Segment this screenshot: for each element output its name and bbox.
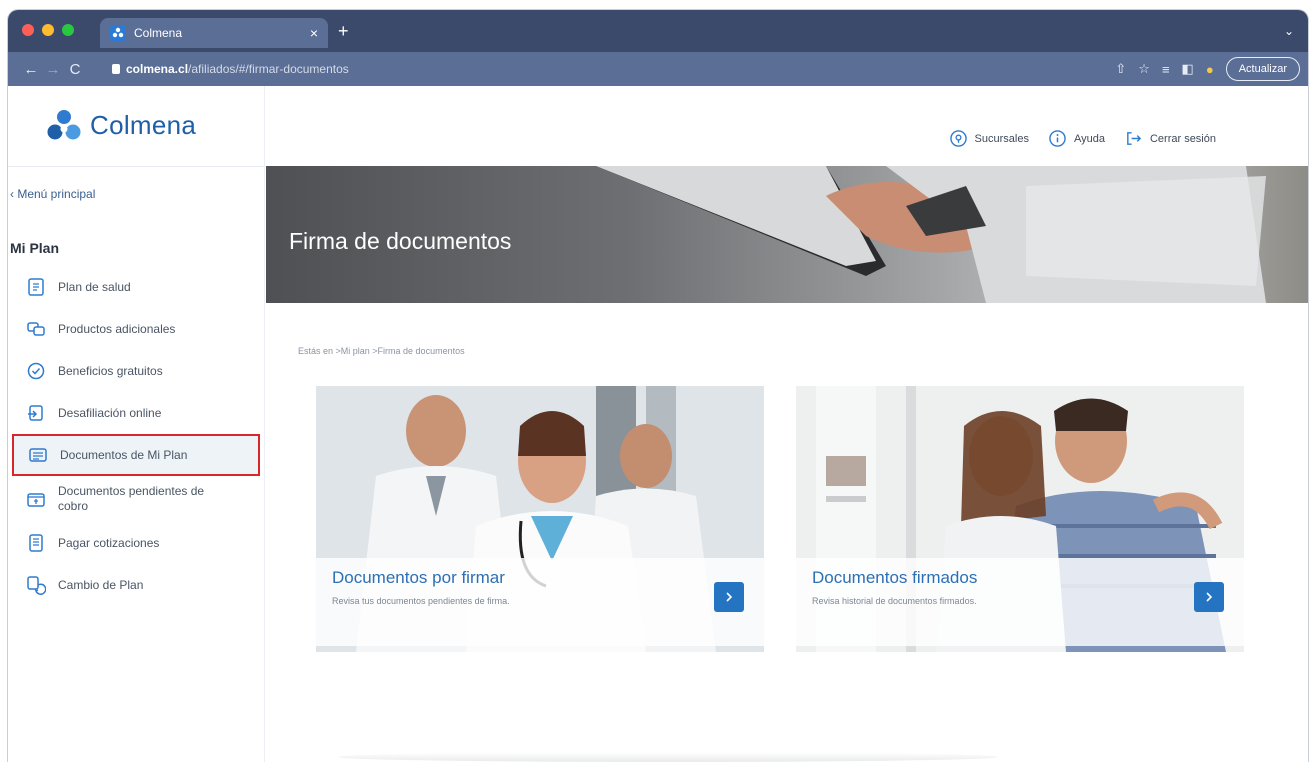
browser-toolbar: ← → C colmena.cl/afiliados/#/firmar-docu… [8, 52, 1308, 86]
branches-link[interactable]: Sucursales [949, 130, 1029, 147]
tab-close-icon[interactable]: × [310, 25, 318, 41]
back-arrow-icon[interactable]: ← [20, 61, 42, 78]
colmena-logo[interactable]: Colmena [46, 108, 196, 142]
sidebar-menu: Plan de salud Productos adicionales Bene… [12, 266, 260, 606]
sidebar-item-plan-de-salud[interactable]: Plan de salud [12, 266, 260, 308]
url-path: /afiliados/#/firmar-documentos [188, 62, 349, 76]
logo-text: Colmena [90, 109, 197, 140]
sidebar-divider [8, 166, 265, 167]
info-icon [1049, 130, 1066, 147]
sidebar-item-label: Beneficios gratuitos [58, 363, 163, 378]
maximize-window-button[interactable] [62, 24, 74, 36]
sidebar-item-label: Documentos de Mi Plan [60, 447, 188, 462]
minimize-window-button[interactable] [42, 24, 54, 36]
sidebar-toggle-icon[interactable]: ◧ [1182, 61, 1194, 77]
toolbar-actions: ⇧ ☆ ≡ ◧ ● Actualizar [1115, 57, 1300, 81]
header-links: Sucursales Ayuda Cerrar sesión [949, 130, 1216, 147]
disaffiliation-icon [28, 405, 43, 421]
sidebar: Colmena ‹ Menú principal Mi Plan Plan de… [8, 86, 265, 762]
window-controls [22, 24, 74, 36]
reading-list-icon[interactable]: ≡ [1162, 62, 1170, 77]
card-signed-documents[interactable]: Documentos firmados Revisa historial de … [796, 386, 1244, 652]
sidebar-item-cambio-de-plan[interactable]: Cambio de Plan [12, 564, 260, 606]
additional-products-icon [27, 322, 45, 336]
page-title: Firma de documentos [289, 228, 512, 254]
sidebar-item-label: Cambio de Plan [58, 577, 144, 592]
card-description: Revisa historial de documentos firmados. [812, 596, 977, 606]
colmena-logo-icon [46, 108, 82, 142]
change-plan-icon [27, 576, 46, 595]
section-title: Mi Plan [10, 240, 60, 256]
logout-link[interactable]: Cerrar sesión [1125, 130, 1216, 147]
sidebar-item-productos-adicionales[interactable]: Productos adicionales [12, 308, 260, 350]
logout-icon [1127, 132, 1142, 145]
tab-search-chevron-icon[interactable]: ⌄ [1284, 24, 1294, 38]
pay-contributions-icon [29, 534, 43, 552]
help-link-label: Ayuda [1073, 132, 1105, 145]
sidebar-item-label: Plan de salud [58, 279, 131, 294]
sidebar-item-desafiliacion-online[interactable]: Desafiliación online [12, 392, 260, 434]
sidebar-item-documentos-pendientes-de-cobro[interactable]: Documentos pendientes de cobro [12, 476, 260, 522]
chevron-right-icon [1206, 592, 1213, 602]
sidebar-item-documentos-de-mi-plan[interactable]: Documentos de Mi Plan [12, 434, 260, 476]
pending-payment-documents-icon [27, 493, 45, 507]
update-browser-button[interactable]: Actualizar [1225, 57, 1300, 81]
logout-link-label: Cerrar sesión [1149, 132, 1216, 145]
reload-icon[interactable]: C [64, 61, 86, 78]
health-plan-document-icon [28, 278, 44, 296]
sidebar-item-label: Productos adicionales [58, 321, 176, 336]
bookmark-star-icon[interactable]: ☆ [1138, 61, 1150, 77]
page-content: Colmena ‹ Menú principal Mi Plan Plan de… [8, 86, 1308, 762]
card-title: Documentos por firmar [332, 568, 505, 587]
help-link[interactable]: Ayuda [1049, 130, 1105, 147]
check-badge-icon [27, 362, 45, 380]
branches-link-label: Sucursales [974, 132, 1029, 145]
location-pin-icon [949, 130, 967, 147]
card-description: Revisa tus documentos pendientes de firm… [332, 596, 510, 606]
profile-icon[interactable]: ● [1206, 62, 1214, 77]
new-tab-button[interactable]: + [338, 22, 349, 40]
lock-icon [112, 64, 120, 74]
sidebar-item-label: Pagar cotizaciones [58, 535, 160, 550]
hero-banner: Firma de documentos [266, 166, 1308, 303]
browser-tab-bar: Colmena × + ⌄ [8, 10, 1308, 52]
sidebar-item-pagar-cotizaciones[interactable]: Pagar cotizaciones [12, 522, 260, 564]
url-host: colmena.cl [126, 62, 189, 76]
card-documents-to-sign[interactable]: Documentos por firmar Revisa tus documen… [316, 386, 764, 652]
colmena-favicon-icon [110, 25, 126, 41]
breadcrumb: Estás en >Mi plan >Firma de documentos [298, 346, 465, 356]
browser-tab[interactable]: Colmena × [100, 18, 328, 48]
card-title: Documentos firmados [812, 568, 978, 587]
sidebar-item-label: Desafiliación online [58, 405, 162, 420]
tab-title: Colmena [134, 26, 183, 40]
forward-arrow-icon[interactable]: → [42, 61, 64, 78]
bottom-shadow-decoration [338, 752, 998, 762]
main-menu-link[interactable]: ‹ Menú principal [10, 187, 95, 201]
chevron-right-icon [726, 592, 733, 602]
share-icon[interactable]: ⇧ [1115, 61, 1126, 77]
open-documents-to-sign-button[interactable] [714, 582, 744, 612]
close-window-button[interactable] [22, 24, 34, 36]
browser-window: Colmena × + ⌄ ← → C colmena.cl/afiliados… [8, 10, 1308, 762]
sidebar-item-beneficios-gratuitos[interactable]: Beneficios gratuitos [12, 350, 260, 392]
address-bar[interactable]: colmena.cl/afiliados/#/firmar-documentos [112, 58, 1112, 80]
plan-documents-icon [29, 448, 47, 462]
sidebar-item-label: Documentos pendientes de cobro [58, 484, 205, 513]
open-signed-documents-button[interactable] [1194, 582, 1224, 612]
